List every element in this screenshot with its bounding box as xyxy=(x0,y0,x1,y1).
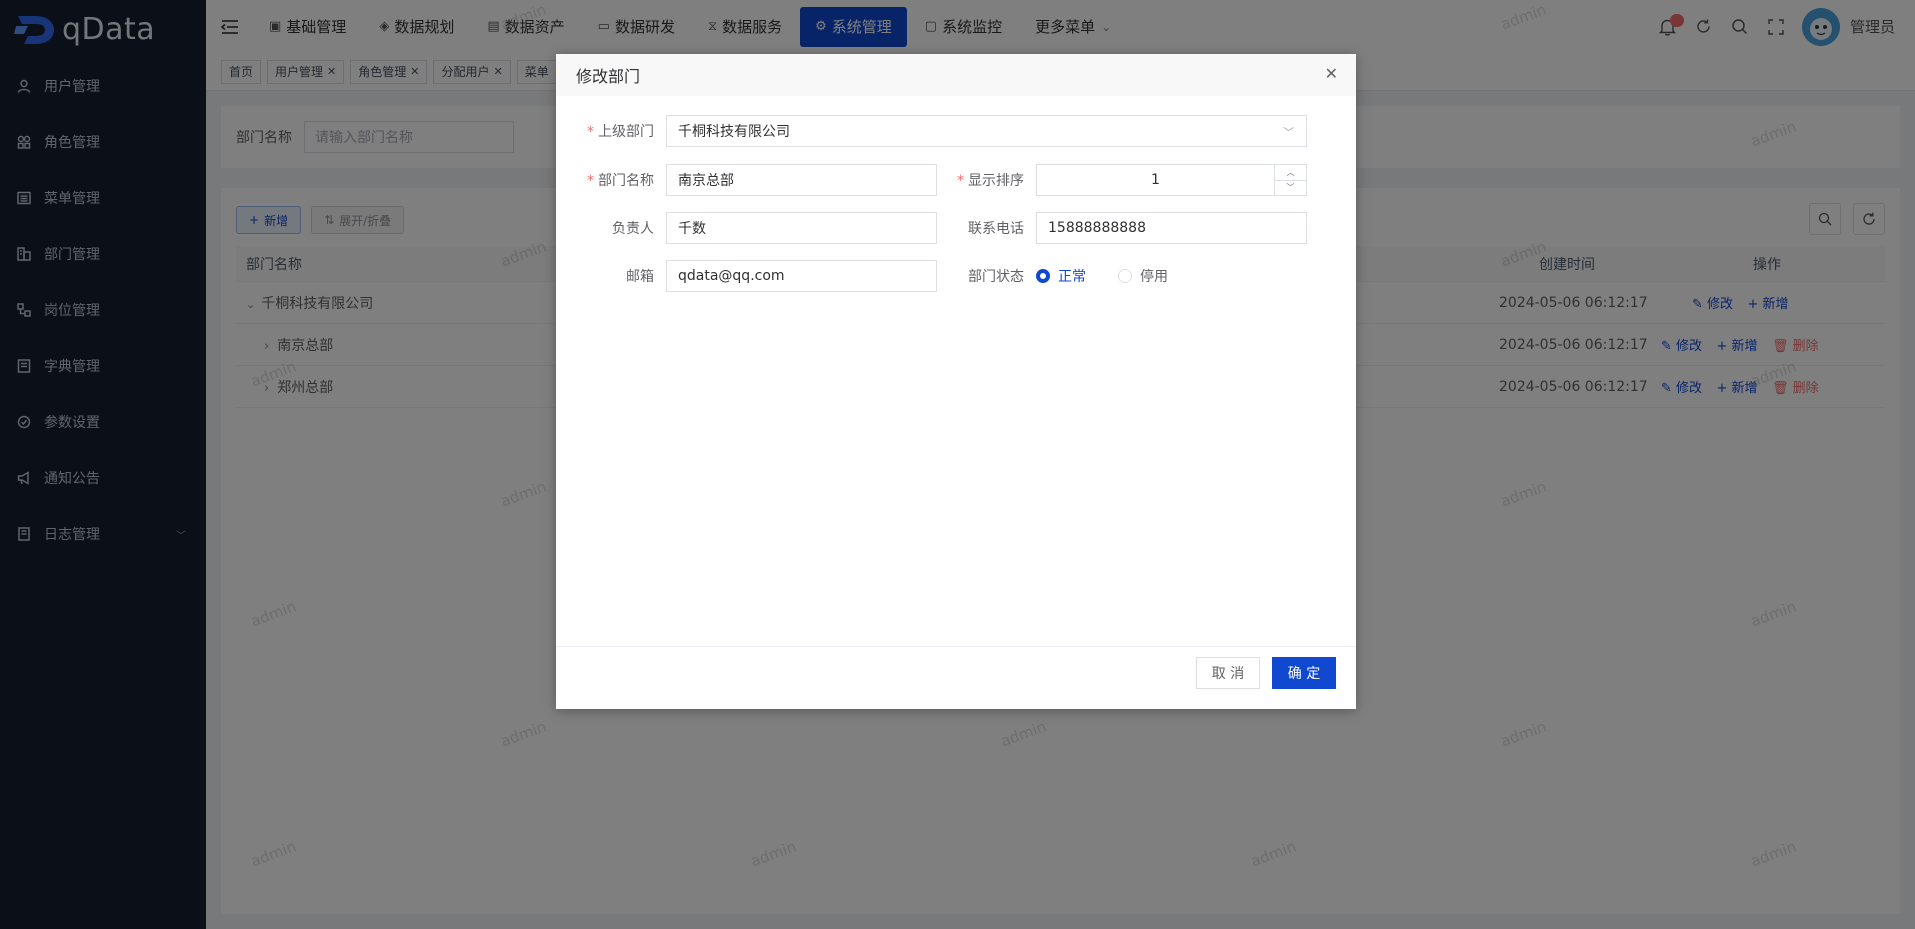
order-label: * 显示排序 xyxy=(957,173,1024,189)
form-row-status: 部门状态 正常 停用 xyxy=(926,260,1200,292)
email-field[interactable]: qdata@qq.com xyxy=(666,260,937,292)
dialog-header: 修改部门 ✕ xyxy=(556,54,1356,96)
form-row-name: * 部门名称 南京总部 xyxy=(556,164,937,196)
order-label-text: 显示排序 xyxy=(968,173,1024,189)
parent-department-select[interactable]: 千桐科技有限公司 ﹀ xyxy=(666,115,1307,147)
form-row-order: * 显示排序 1 ︿ ﹀ xyxy=(926,164,1307,196)
parent-label: * 上级部门 xyxy=(587,124,654,140)
form-row-email: 邮箱 qdata@qq.com xyxy=(556,260,937,292)
cancel-button[interactable]: 取 消 xyxy=(1196,657,1260,689)
email-label: 邮箱 xyxy=(626,269,654,285)
phone-value: 15888888888 xyxy=(1048,220,1146,236)
quantity-stepper: ︿ ﹀ xyxy=(1274,165,1306,195)
increase-icon[interactable]: ︿ xyxy=(1275,165,1306,181)
status-radio-normal[interactable]: 正常 xyxy=(1036,266,1086,286)
form-row-leader: 负责人 千数 xyxy=(556,212,937,244)
leader-value: 千数 xyxy=(678,221,706,237)
radio-dot xyxy=(1118,269,1132,283)
dialog-title: 修改部门 xyxy=(576,67,641,86)
parent-department-value: 千桐科技有限公司 xyxy=(678,124,790,140)
radio-dot xyxy=(1036,269,1050,283)
radio-label: 停用 xyxy=(1140,269,1168,285)
leader-label: 负责人 xyxy=(612,221,654,237)
form-row-phone: 联系电话 15888888888 xyxy=(926,212,1307,244)
order-number-input[interactable]: 1 ︿ ﹀ xyxy=(1036,164,1307,196)
close-icon[interactable]: ✕ xyxy=(1325,64,1338,83)
decrease-icon[interactable]: ﹀ xyxy=(1275,181,1306,196)
name-label-text: 部门名称 xyxy=(598,173,654,189)
dialog-footer: 取 消 确 定 xyxy=(556,646,1356,709)
department-name-value: 南京总部 xyxy=(678,173,734,189)
form-row-parent: * 上级部门 千桐科技有限公司 ﹀ xyxy=(556,115,1307,147)
leader-input[interactable]: 千数 xyxy=(666,212,937,244)
phone-label: 联系电话 xyxy=(968,221,1024,237)
radio-label: 正常 xyxy=(1058,269,1086,285)
edit-department-dialog: 修改部门 ✕ * 上级部门 千桐科技有限公司 ﹀ * 部门名称 南京总部 * 显示排序… xyxy=(556,54,1356,709)
chevron-down-icon: ﹀ xyxy=(1283,126,1294,139)
phone-input[interactable]: 15888888888 xyxy=(1036,212,1307,244)
department-name-input[interactable]: 南京总部 xyxy=(666,164,937,196)
email-value: qdata@qq.com xyxy=(678,268,785,284)
parent-label-text: 上级部门 xyxy=(598,124,654,140)
name-label: * 部门名称 xyxy=(587,173,654,189)
confirm-button[interactable]: 确 定 xyxy=(1272,657,1336,689)
status-radio-disabled[interactable]: 停用 xyxy=(1118,266,1168,286)
order-value: 1 xyxy=(1151,172,1160,188)
status-label: 部门状态 xyxy=(968,269,1024,285)
